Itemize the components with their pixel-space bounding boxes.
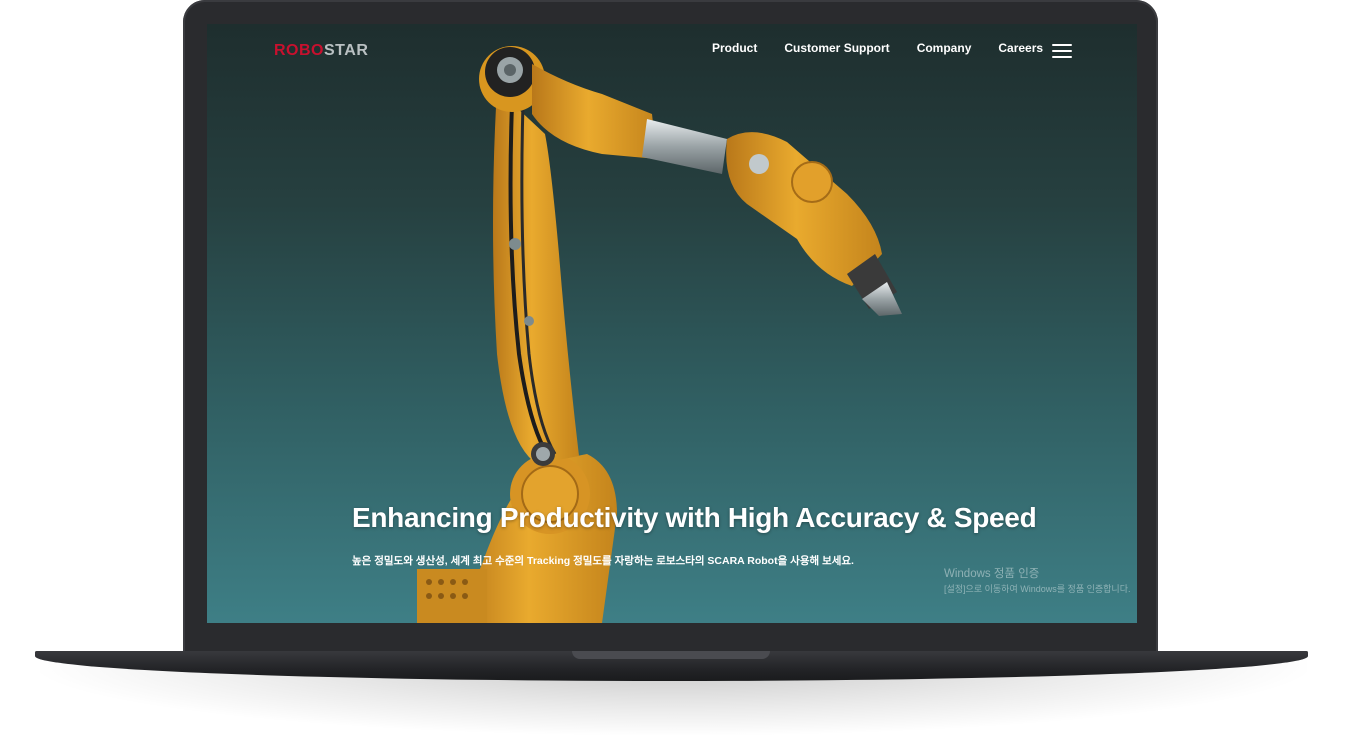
watermark-line2: [설정]으로 이동하여 Windows를 정품 인증합니다. (944, 584, 1131, 594)
watermark-line1: Windows 정품 인증 (944, 568, 1040, 580)
laptop-notch (572, 651, 770, 659)
robostar-logo[interactable]: ROBOSTAR (274, 42, 368, 60)
windows-activation-watermark: Windows 정품 인증 [설정]으로 이동하여 Windows를 정품 인증… (944, 567, 1131, 597)
nav-item-customer-support[interactable]: Customer Support (784, 41, 889, 55)
nav-item-company[interactable]: Company (917, 41, 972, 55)
logo-part-robo: ROBO (274, 42, 324, 59)
nav-item-product[interactable]: Product (712, 41, 757, 55)
logo-part-star: STAR (324, 42, 369, 59)
nav-item-careers[interactable]: Careers (998, 41, 1043, 55)
main-nav: Product Customer Support Company Careers (712, 41, 1043, 55)
hamburger-menu-icon[interactable] (1052, 44, 1072, 60)
website-screen: ROBOSTAR Product Customer Support Compan… (207, 24, 1137, 623)
hero-title: Enhancing Productivity with High Accurac… (352, 502, 1037, 533)
hero-subtitle: 높은 정밀도와 생산성, 세계 최고 수준의 Tracking 정밀도를 자랑하… (352, 555, 854, 567)
